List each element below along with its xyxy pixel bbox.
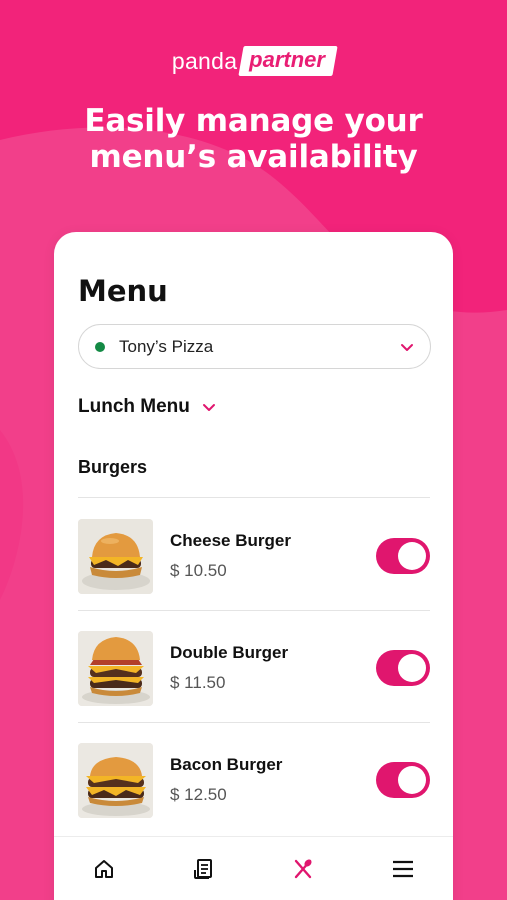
cheese-burger-photo: [78, 518, 153, 594]
double-burger-photo: [78, 630, 153, 706]
menu-item: Double Burger $ 11.50: [78, 629, 430, 707]
menu-item: Cheese Burger $ 10.50: [78, 517, 430, 595]
nav-orders[interactable]: [174, 849, 234, 889]
home-icon: [94, 859, 113, 878]
toggle-knob: [398, 542, 426, 570]
phone-screen: Menu Tony’s Pizza Lunch Menu Burgers Che…: [54, 232, 453, 900]
nav-more[interactable]: [373, 849, 433, 889]
divider: [78, 610, 430, 611]
divider: [78, 722, 430, 723]
bottom-navigation: [54, 836, 453, 900]
menu-utensils-icon: [295, 858, 312, 878]
availability-toggle[interactable]: [376, 762, 430, 798]
brand-logo: panda partner: [0, 46, 507, 76]
brand-name-partner: partner: [238, 46, 338, 76]
orders-receipt-icon: [193, 858, 212, 879]
brand-name-panda: panda: [171, 47, 238, 74]
availability-toggle[interactable]: [376, 538, 430, 574]
item-name: Bacon Burger: [170, 755, 283, 774]
toggle-knob: [398, 654, 426, 682]
toggle-knob: [398, 766, 426, 794]
restaurant-status-dot: [95, 341, 105, 352]
restaurant-select[interactable]: Tony’s Pizza: [78, 324, 431, 369]
hamburger-menu-icon: [393, 860, 414, 877]
chevron-down-icon: [202, 404, 215, 411]
availability-toggle[interactable]: [376, 650, 430, 686]
menu-switch-dropdown[interactable]: Lunch Menu: [78, 396, 216, 418]
restaurant-select-value: Tony’s Pizza: [119, 336, 214, 356]
item-price: $ 12.50: [170, 785, 227, 804]
nav-menu-management[interactable]: [273, 849, 333, 889]
divider: [78, 497, 430, 498]
nav-home[interactable]: [74, 849, 134, 889]
brand-name-partner-text: partner: [249, 47, 326, 72]
item-price: $ 10.50: [170, 561, 227, 580]
item-name: Cheese Burger: [170, 531, 291, 550]
item-name: Double Burger: [170, 643, 289, 662]
page-title: Menu: [78, 274, 168, 308]
category-heading: Burgers: [78, 457, 148, 477]
item-price: $ 11.50: [170, 673, 226, 692]
menu-item: Bacon Burger $ 12.50: [78, 741, 430, 819]
menu-switch-label: Lunch Menu: [78, 396, 190, 417]
headline: Easily manage your menu’s availability: [84, 103, 423, 175]
chevron-down-icon: [401, 343, 413, 351]
bacon-burger-photo: [78, 742, 153, 818]
